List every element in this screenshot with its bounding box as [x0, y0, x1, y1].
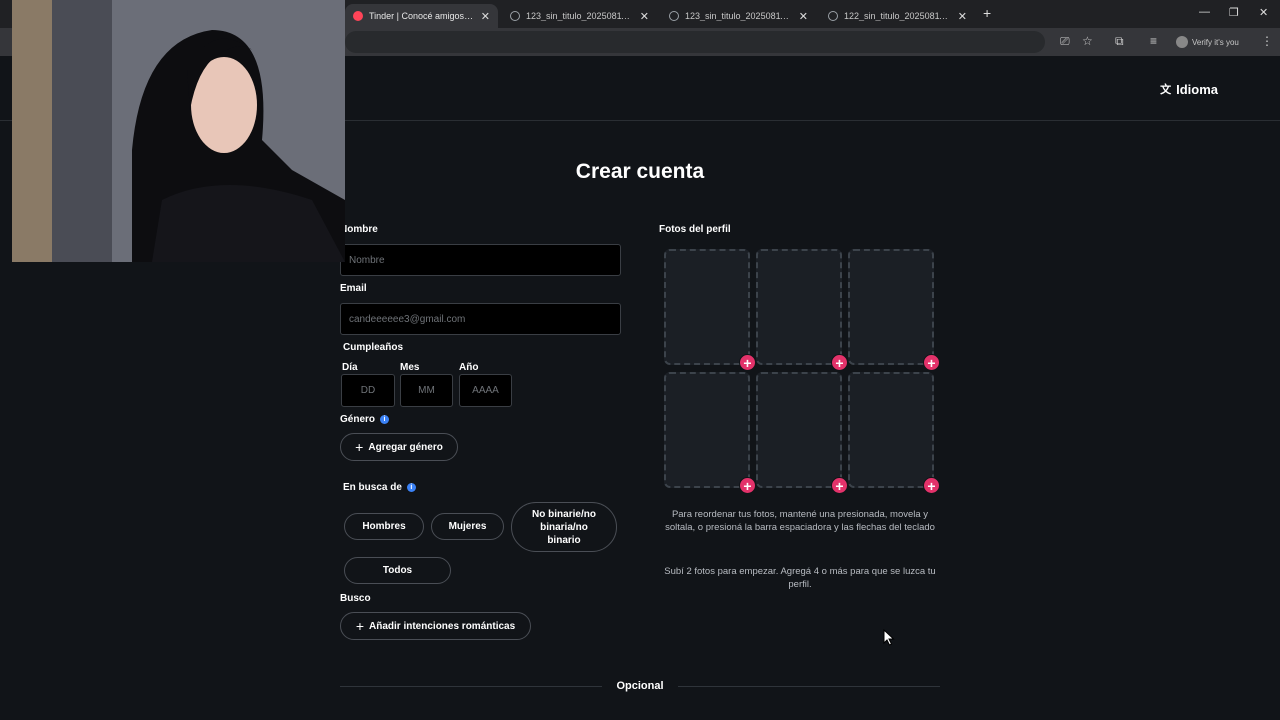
restore-icon[interactable]: ❐ — [1229, 6, 1239, 19]
photo-slot[interactable]: + — [848, 372, 940, 494]
new-tab-button[interactable]: + — [983, 5, 991, 21]
tab-sin-titulo-1[interactable]: 123_sin_titulo_20250811071823 ✕ — [502, 4, 657, 28]
language-button[interactable]: 文 Idioma — [1160, 81, 1218, 97]
looking-for-label: En busca de i — [343, 482, 416, 493]
add-photo-icon[interactable]: + — [923, 354, 940, 371]
optional-label: Opcional — [616, 680, 664, 692]
menu-kebab-icon[interactable]: ⋮ — [1261, 34, 1273, 48]
tab-sin-titulo-2[interactable]: 123_sin_titulo_20250811071852 ✕ — [661, 4, 816, 28]
gender-label-text: Género — [340, 414, 376, 425]
looking-for-label-text: En busca de — [343, 482, 402, 493]
month-label: Mes — [400, 362, 420, 373]
gender-label: Género i — [340, 414, 390, 425]
add-photo-icon[interactable]: + — [831, 354, 848, 371]
webcam-overlay — [12, 0, 345, 262]
media-control-icon[interactable]: ≡ — [1150, 34, 1157, 48]
photo-slot[interactable]: + — [848, 249, 940, 371]
globe-favicon-icon — [510, 11, 520, 21]
translate-icon: 文 — [1160, 84, 1172, 96]
option-no-binarie[interactable]: No binarie/no binaria/no binario — [511, 502, 617, 552]
add-gender-label: Agregar género — [368, 441, 443, 453]
email-input[interactable]: candeeeeee3@gmail.com — [340, 303, 621, 335]
upload-note: Subí 2 fotos para empezar. Agregá 4 o má… — [664, 566, 936, 590]
year-input[interactable]: AAAA — [459, 374, 512, 407]
close-window-icon[interactable]: ✕ — [1259, 6, 1268, 19]
name-label: Nombre — [340, 224, 378, 235]
tab-label: 123_sin_titulo_20250811071852 — [685, 11, 793, 21]
add-intentions-label: Añadir intenciones románticas — [369, 620, 516, 632]
photo-slot[interactable]: + — [756, 249, 848, 371]
webcam-person-image — [12, 0, 345, 262]
add-gender-button[interactable]: + Agregar género — [340, 433, 458, 461]
year-label: Año — [459, 362, 479, 373]
month-input[interactable]: MM — [400, 374, 453, 407]
globe-favicon-icon — [828, 11, 838, 21]
profile-button[interactable]: Verify it's you — [1176, 33, 1239, 51]
add-intentions-button[interactable]: + Añadir intenciones románticas — [340, 612, 531, 640]
option-hombres[interactable]: Hombres — [344, 513, 424, 540]
add-photo-icon[interactable]: + — [923, 477, 940, 494]
tab-label: Tinder | Conocé amigos y gente — [369, 11, 475, 21]
tab-tinder[interactable]: Tinder | Conocé amigos y gente ✕ — [345, 4, 498, 28]
option-mujeres[interactable]: Mujeres — [431, 513, 504, 540]
plus-icon: + — [355, 617, 365, 634]
add-photo-icon[interactable]: + — [739, 477, 756, 494]
tab-label: 123_sin_titulo_20250811071823 — [526, 11, 634, 21]
add-photo-icon[interactable]: + — [831, 477, 848, 494]
photo-slot[interactable]: + — [664, 249, 756, 371]
tab-label: 122_sin_titulo_20250811071431 — [844, 11, 952, 21]
photos-label: Fotos del perfil — [659, 224, 731, 235]
divider — [678, 686, 940, 687]
bookmark-star-icon[interactable]: ☆ — [1082, 34, 1093, 48]
tab-sin-titulo-3[interactable]: 122_sin_titulo_20250811071431 ✕ — [820, 4, 975, 28]
photo-slot[interactable]: + — [664, 372, 756, 494]
close-tab-icon[interactable]: ✕ — [481, 10, 490, 23]
mouse-cursor-icon — [883, 629, 895, 646]
profile-label: Verify it's you — [1192, 37, 1239, 47]
plus-icon: + — [355, 438, 364, 455]
name-input[interactable]: Nombre — [340, 244, 621, 276]
add-photo-icon[interactable]: + — [739, 354, 756, 371]
divider — [340, 686, 602, 687]
language-label: Idioma — [1176, 81, 1218, 97]
cast-icon[interactable]: ⎚ — [1060, 34, 1070, 49]
info-icon[interactable]: i — [406, 482, 416, 492]
day-input[interactable]: DD — [341, 374, 395, 407]
avatar — [1176, 36, 1188, 48]
day-label: Día — [342, 362, 358, 373]
seeking-label: Busco — [340, 593, 371, 604]
reorder-note: Para reordenar tus fotos, mantené una pr… — [665, 509, 935, 533]
close-tab-icon[interactable]: ✕ — [799, 10, 808, 23]
info-icon[interactable]: i — [380, 414, 390, 424]
minimize-icon[interactable]: — — [1199, 6, 1210, 18]
globe-favicon-icon — [669, 11, 679, 21]
option-todos[interactable]: Todos — [344, 557, 451, 584]
close-tab-icon[interactable]: ✕ — [958, 10, 967, 23]
birthday-label: Cumpleaños — [343, 342, 404, 353]
tinder-favicon-icon — [353, 11, 363, 21]
photo-slot[interactable]: + — [756, 372, 848, 494]
close-tab-icon[interactable]: ✕ — [640, 10, 649, 23]
extensions-icon[interactable]: ⧉ — [1115, 34, 1124, 49]
email-label: Email — [340, 283, 367, 294]
address-bar[interactable] — [345, 31, 1045, 53]
